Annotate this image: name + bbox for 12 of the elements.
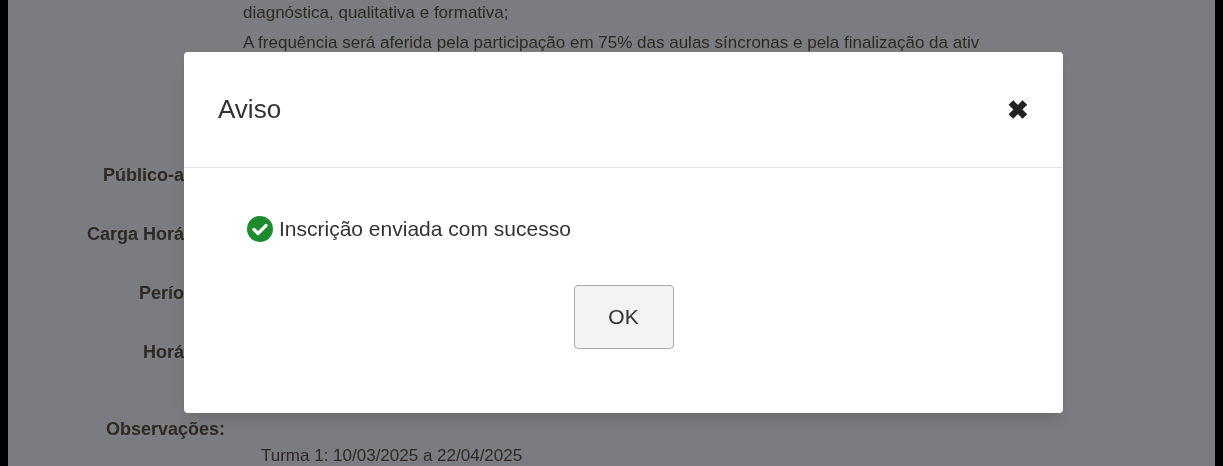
description-text: A frequência será aferida pela participação em 75% das aulas síncronas e pela finalização da ativ xyxy=(243,31,980,54)
ok-button[interactable]: OK xyxy=(573,284,674,349)
dialog-title: Aviso xyxy=(218,93,282,126)
field-label: Perío xyxy=(137,282,184,305)
dialog-message: Inscrição enviada com sucesso xyxy=(279,216,571,242)
field-label: Carga Horá xyxy=(85,223,184,246)
description-text: diagnóstica, qualitativa e formativa; xyxy=(243,2,510,24)
field-label: Observações: xyxy=(104,418,225,441)
field-label: Público-a xyxy=(102,164,184,187)
field-label: Horá xyxy=(142,341,184,364)
field-value: Turma 1: 10/03/2025 a 22/04/2025 xyxy=(261,445,523,466)
close-button[interactable]: ✖ xyxy=(1007,96,1029,123)
